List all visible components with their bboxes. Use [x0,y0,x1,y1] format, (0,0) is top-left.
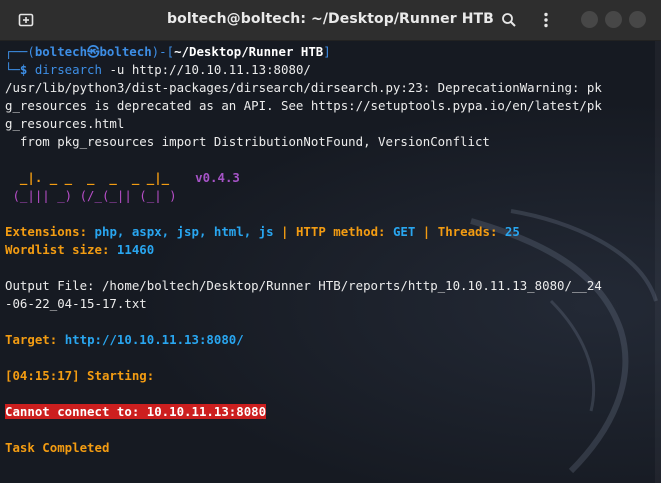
threads-label: Threads: [437,224,505,239]
wordlist-line: Wordlist size: 11460 [5,241,154,259]
wordlist-label: Wordlist size: [5,242,117,257]
prompt-dollar: $ [19,62,35,77]
banner-version: v0.4.3 [195,170,240,185]
wordlist-value: 11460 [116,242,155,257]
prompt-user: boltech [34,44,88,59]
terminal-output[interactable]: ┌──(boltech㉿boltech)-[~/Desktop/Runner H… [0,41,661,483]
prompt-line-top: ┌──(boltech㉿boltech)-[~/Desktop/Runner H… [5,43,331,61]
search-button[interactable] [495,8,523,32]
warning-line-2: g_resources is deprecated as an API. See… [5,98,602,113]
command-args: -u http://10.10.11.13:8080/ [101,62,311,77]
terminal-window: boltech@boltech: ~/Desktop/Runner HTB ┌─… [0,0,661,483]
maximize-button[interactable] [605,11,622,28]
method-label: HTTP method: [295,224,393,239]
prompt-line-bottom: └─$ dirsearch -u http://10.10.11.13:8080… [5,61,311,79]
method-value: GET [392,224,416,239]
pipe-separator-2: | [415,224,438,239]
task-completed-line: Task Completed [5,440,110,455]
config-line: Extensions: php, aspx, jsp, html, js | H… [5,223,520,241]
minimize-button[interactable] [581,11,598,28]
threads-value: 25 [504,224,520,239]
menu-button[interactable] [532,8,560,32]
pipe-separator-1: | [273,224,296,239]
scrollbar[interactable] [655,41,661,483]
prompt-path: ~/Desktop/Runner HTB [174,44,324,59]
window-title: boltech@boltech: ~/Desktop/Runner HTB [167,11,494,27]
target-line: Target: http://10.10.11.13:8080/ [5,331,244,349]
command-name: dirsearch [34,62,102,77]
target-label: Target: [5,332,65,347]
banner-art-1: _|. _ _ _ _ _ _|_ [5,170,170,185]
prompt-host: boltech [99,44,152,59]
extensions-label: Extensions: [5,224,95,239]
error-message: Cannot connect to: 10.10.11.13:8080 [5,404,267,419]
warning-line-4: from pkg_resources import DistributionNo… [5,134,490,149]
starting-line: [04:15:17] Starting: [5,368,155,383]
error-line: Cannot connect to: 10.10.11.13:8080 [5,403,267,421]
search-icon [502,13,516,27]
extensions-value: php, aspx, jsp, html, js [94,224,274,239]
warning-line-3: g_resources.html [5,116,125,131]
target-value: http://10.10.11.13:8080/ [64,332,244,347]
kebab-menu-icon [544,12,548,28]
prompt-at-symbol: ㉿ [87,44,100,59]
output-file-line-2: -06-22_04-15-17.txt [5,296,147,311]
close-button[interactable] [629,11,646,28]
prompt-close: ] [323,44,331,59]
output-file-line-1: Output File: /home/boltech/Desktop/Runne… [5,278,602,293]
warning-line-1: /usr/lib/python3/dist-packages/dirsearch… [5,80,602,95]
title-bar: boltech@boltech: ~/Desktop/Runner HTB [0,0,661,41]
prompt-separator: )-[ [151,44,175,59]
banner-line-2: (_||| _) (/_(_|| (_| ) [5,187,177,205]
banner-art-2: (_||| _) (/_(_|| (_| ) [5,188,177,203]
prompt-prefix: ┌──( [5,44,35,59]
banner-line-1: _|. _ _ _ _ _ _|_ v0.4.3 [5,169,240,187]
prompt-corner: └─ [5,62,20,77]
